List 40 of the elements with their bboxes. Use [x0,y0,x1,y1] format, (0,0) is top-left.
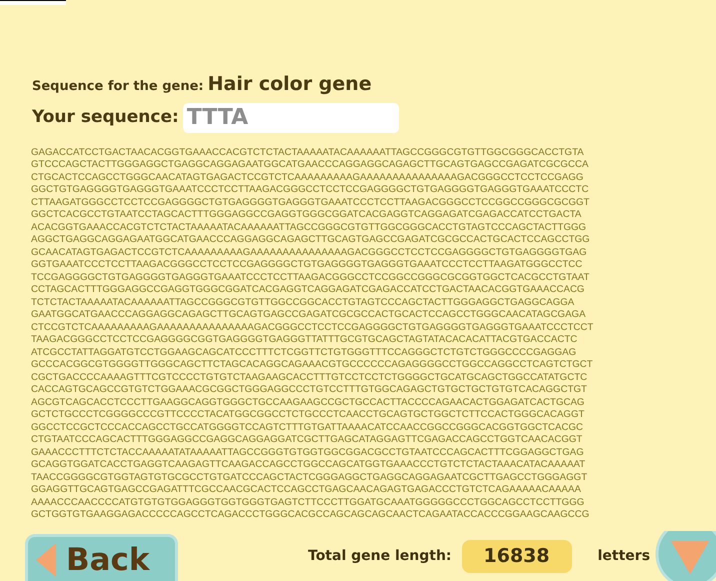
sequence-line: GCTCTGCCCTCGGGGCCCGTTCCCCTACATGGCGGCCTCTGCCCTCAACCTGCAGTGCTGGCTCTTCCACTGGGCACAGGT [31,409,584,422]
sequence-label: Your sequence: [32,106,179,129]
sequence-line: CTCCGTCTCAAAAAAAAAGAAAAAAAAAAAAAAAGACGGGCCTCCTCCGAGGGGCTGTGAGGGGTGAGGGTGAAATCCCTCCT [31,322,594,334]
sequence-line: GGCTCACGCCTGTAATCCTAGCACTTTGGGAGGCCGAGGTGGGCGGATCACGAGGTCAGGAGATCGAGACCATCCTGACTA [31,209,582,222]
sequence-line: AGGCTGAGGCAGGAGAATGGCATGAACCCAGGAGGCAGAGCTTGCAGTGAGCCGAGATCGCGCCACTGCACTCCAGCCTGG [31,234,590,246]
sequence-input[interactable]: TTTA [182,102,399,132]
sequence-line: CTGTAATCCCAGCACTTTGGGAGGCCGAGGCAGGAGGATCGCTTGAGCATAGGAGTTCGAGACCAGCCTGGTCAACACGGT [31,434,582,446]
total-length-value: 16838 [462,540,572,572]
left-triangle-icon [36,543,56,577]
sequence-line: GAGACCATCCTGACTAACACGGTGAAACCACGTCTCTACTAAAAATACAAAAAATTAGCCGGGCGTGTTGGCGGGCACCTGTA [31,146,584,159]
sequence-line: GCTGGTGTGAAGGAGACCCCCAGCCTCAGACCCTGGGCACGCCAGCAGCAGCAACTCAGAATACCACCCGGAAGCAAGCCG [31,509,590,522]
sequence-line: GCAGGTGGATCACCTGAGGTCAAGAGTTCAAGACCAGCCTGGCCAGCATGGTGAAACCCTGTCTCTACTAAACATACAAAAAT [31,459,586,472]
sequence-line: GTCCCAGCTACTTGGGAGGCTGAGGCAGGAGAATGGCATGAACCCAGGAGGCAGAGCTTGCAGTGAGCCGAGATCGCGCCA [31,159,588,172]
sequence-line: GGAGGTTGCAGTGAGCCGAGATTTCGCCAACGCACTCCAGCCTGAGCAACAGAGTGAGACCCTGTCTCAGAAAAACAAAAA [31,484,581,496]
sequence-line: AAAACCCAACCCCATGTGTGTGGAGGGTGGTGGGTGAGTCTTCCCTTGGATGCAAATGGGGGCCCTGGCAGCCTCCTTGGG [31,496,584,509]
sequence-line: AGCGTCAGCACCTCCCTTGAAGGCAGGTGGGCTGCCAAGAAGCCGCTGCCACTTACCCCAGAACACTGGAGATCACTGCAG [31,396,584,409]
sequence-line: GGTGAAATCCCTCCTTAAGACGGGCCTCCTCCGAGGGGCTGTGAGGGGTGAGGGTGAAATCCCTCCTTAAGATGGGCCTCC [31,259,582,272]
sequence-line: GCAACATAGTGAGACTCCGTCTCAAAAAAAAAGAAAAAAAAAAAAAAAGACGGGCCTCCTCCGAGGGGCTGTGAGGGGTGAG [31,246,587,259]
total-length-label: Total gene length: [308,546,452,566]
sequence-line: CTTAAGATGGGCCTCCTCCGAGGGGCTGTGAGGGGTGAGGGTGAAATCCCTCCTTAAGACGGGCCTCCGGCCGGGCGCGGT [31,196,590,209]
sequence-line: TAAGACGGGCCTCCTCCGAGGGGCGGTGAGGGGTGAGGGTTATTTGCGTGCAGCTAGTATACACACATTACGTGACCACTC [31,334,578,346]
sequence-line: TCCGAGGGGCTGTGAGGGGTGAGGGTGAAATCCCTCCTTAAGACGGGCCTCCGGCCGGGCGCGGTGGCTCACGCCTGTAAT [31,272,590,284]
sequence-line: CCTAGCACTTTGGGAGGCCGAGGTGGGCGGATCACGAGGTCAGGAGATCGAGACCATCCTGACTAACACGGTGAAACCACG [31,284,584,296]
sequence-line: GGCCTCCGCTCCCACCAGCCTGCCATGGGGTCCAGTCTTTGTGATTAAAACATCCAACCGGCCGGGCACGGTGGCTCACGC [31,422,583,434]
sequence-line: GGCTGTGAGGGGTGAGGGTGAAATCCCTCCTTAAGACGGGCCTCCTCCGAGGGGCTGTGAGGGGTGAGGGTGAAATCCCTC [31,184,589,196]
unit-label: letters [598,546,650,566]
back-button[interactable]: Back [25,534,178,581]
sequence-line: TAACCGGGGCGTGGTAGTGTGCGCCTGTGATCCCAGCTACTCGGGAGGCTGAGGCAGGAGAATCGCTTGAGCCTGGGAGGT [31,472,588,484]
sequence-line: GCCCACGGCGTGGGGTTGGGCAGCTTCTAGCACAGGCAGAAACGTGCCCCCCAGAGGGGCCTGGCCAGGCCTCAGTCTGCT [31,359,593,372]
top-strip [0,0,66,5]
sequence-line: ATCGCCTATTAGGATGTCCTGGAAGCAGCATCCCTTTCTCGGTTCTGTGGGTTTCCAGGGCTCTGTCTGGGCCCCGAGGAG [31,346,576,359]
sequence-line: CACCAGTGCAGCCGTGTCTGGAAACGCGGCTGGGAGGCCCTGTCCTTTGTGGCAGAGCTGTGCTGCTGTGTCACAGGCTGT [31,384,587,396]
sequence-line: CTGCACTCCAGCCTGGGCAACATAGTGAGACTCCGTCTCAAAAAAAAAGAAAAAAAAAAAAAAAGACGGGCCTCCTCCGAGG [31,172,584,184]
sequence-line: TCTCTACTAAAAATACAAAAAATTAGCCGGGCGTGTTGGCCGGCACCTGTAGTCCCAGCTACTTGGGAGGCTGAGGCAGGA [31,296,574,309]
sequence-line: ACACGGTGAAACCACGTCTCTACTAAAAATACAAAAAATTAGCCGGGCGTGTTGGCGGGCACCTGTAGTCCCAGCTACTTGGG [31,222,586,234]
gene-label: Sequence for the gene: [32,78,204,96]
sequence-line: GAAACCCTTTCTCTACCAAAAATATAAAAATTAGCCGGGTGTGGTGGCGGACGCCTGTAATCCCAGCACTTTCGGAGGCTGAG [31,446,584,459]
sequence-line: GAATGGCATGAACCCAGGAGGCAGAGCTTGCAGTGAGCCGAGATCGCGCCACTGCACTCCAGCCTGGGCAACATAGCGAGA [31,309,586,322]
sequence-line: CGCTGACCCCAAAAGTTTCGTCCCCTGTGTCTAAGAAGCACCTTTGTCCTCCTCTGGGGCTGCATGCAGCTGGCCATATGCTC [31,372,588,384]
gene-name: Hair color gene [208,72,372,97]
